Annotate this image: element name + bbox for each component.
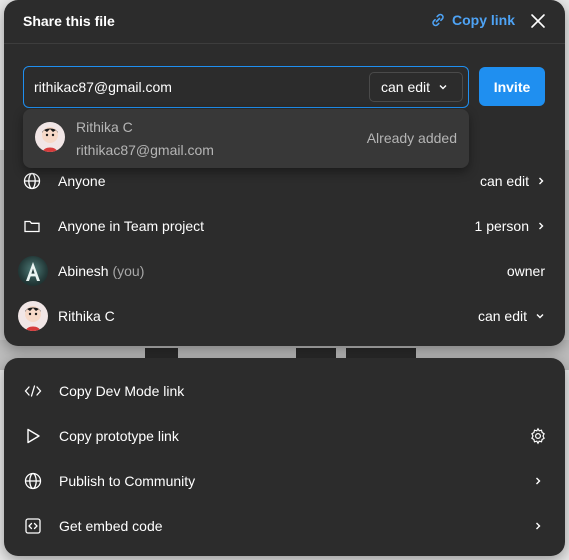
- close-icon[interactable]: [529, 12, 547, 30]
- copy-prototype-link-item[interactable]: Copy prototype link: [4, 416, 565, 456]
- share-actions-menu: Copy Dev Mode link Copy prototype link P…: [4, 358, 565, 556]
- play-icon: [27, 428, 40, 444]
- chevron-down-icon: [536, 314, 544, 319]
- folder-icon: [24, 220, 40, 233]
- copy-link-button[interactable]: Copy link: [430, 12, 515, 28]
- action-label: Get embed code: [59, 518, 163, 534]
- access-permission[interactable]: can edit: [478, 308, 545, 324]
- chevron-right-icon: [536, 477, 541, 485]
- access-row-team[interactable]: Anyone in Team project 1 person: [4, 206, 565, 246]
- globe-icon: [24, 472, 42, 490]
- code-icon: [24, 385, 42, 397]
- access-label: Abinesh (you): [58, 263, 145, 279]
- action-label: Publish to Community: [59, 473, 196, 489]
- action-label: Copy prototype link: [59, 428, 179, 444]
- access-label: Anyone: [58, 173, 106, 189]
- you-tag: (you): [112, 263, 145, 279]
- copy-link-label: Copy link: [451, 12, 515, 28]
- get-embed-code-item[interactable]: Get embed code: [4, 506, 565, 546]
- link-icon: [432, 13, 444, 27]
- dialog-title: Share this file: [23, 13, 115, 29]
- suggestion-name: Rithika C: [76, 119, 133, 135]
- avatar: [18, 301, 48, 331]
- dialog-header: Share this file Copy link: [4, 0, 565, 44]
- email-input-value: rithikac87@gmail.com: [34, 79, 172, 95]
- share-dialog: Share this file Copy link rithikac87@gma…: [4, 0, 565, 346]
- avatar: [18, 256, 48, 286]
- publish-to-community-item[interactable]: Publish to Community: [4, 461, 565, 501]
- access-label: Anyone in Team project: [58, 218, 205, 234]
- copy-dev-mode-link-item[interactable]: Copy Dev Mode link: [4, 371, 565, 411]
- access-row-owner: Abinesh (you) owner: [4, 251, 565, 291]
- invite-button[interactable]: Invite: [479, 67, 545, 106]
- chevron-down-icon: [439, 85, 447, 90]
- user-suggestion[interactable]: Rithika C rithikac87@gmail.com Already a…: [23, 109, 469, 168]
- permission-dropdown[interactable]: can edit: [369, 72, 463, 102]
- email-input[interactable]: rithikac87@gmail.com can edit: [23, 66, 469, 108]
- chevron-right-icon: [539, 177, 544, 185]
- chevron-right-icon: [539, 222, 544, 230]
- suggestion-status: Already added: [366, 130, 457, 146]
- avatar: [35, 122, 65, 152]
- access-permission[interactable]: can edit: [480, 173, 545, 189]
- action-label: Copy Dev Mode link: [59, 383, 185, 399]
- embed-icon: [25, 518, 41, 534]
- gear-icon[interactable]: [529, 427, 547, 445]
- suggestion-email: rithikac87@gmail.com: [76, 142, 214, 158]
- chevron-right-icon: [536, 522, 541, 530]
- permission-value: can edit: [381, 79, 431, 95]
- access-permission: owner: [506, 263, 545, 279]
- access-permission[interactable]: 1 person: [475, 218, 545, 234]
- access-row-rithika[interactable]: Rithika C can edit: [4, 296, 565, 336]
- globe-icon: [23, 172, 41, 190]
- access-label: Rithika C: [58, 308, 115, 324]
